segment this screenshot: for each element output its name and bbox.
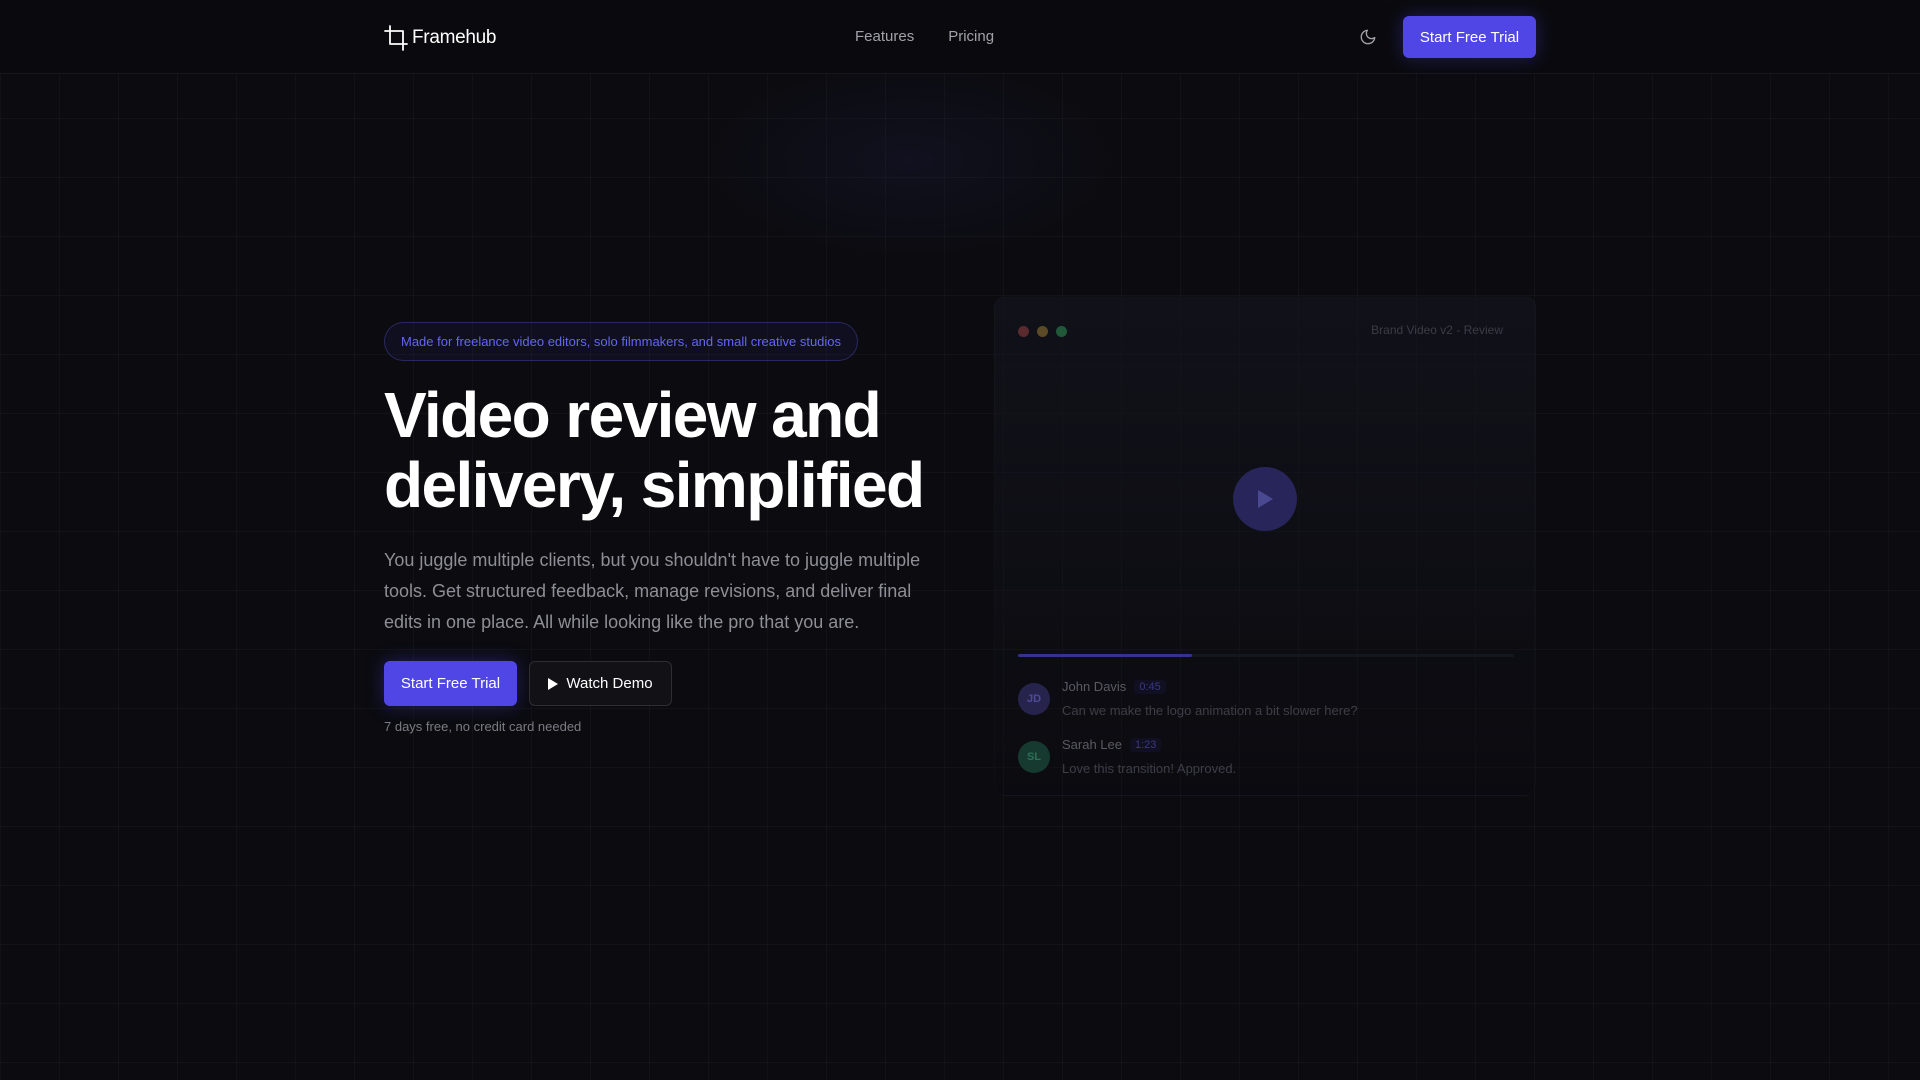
site-header: Framehub Features Pricing Start Free Tri… [0, 0, 1920, 74]
comment-item[interactable]: SL Sarah Lee 1:23 Love this transition! … [1018, 737, 1236, 781]
audience-badge: Made for freelance video editors, solo f… [384, 322, 859, 361]
comment-text: Love this transition! Approved. [1062, 761, 1237, 776]
hero-cta-row: Start Free Trial Watch Demo [384, 661, 672, 706]
comment-body: John Davis 0:45 Can we make the logo ani… [1062, 679, 1358, 723]
hero-title-line-2: delivery, simplified [384, 449, 925, 521]
comment-header: John Davis 0:45 [1062, 679, 1358, 694]
review-preview-card: Brand Video v2 - Review JD John Davis 0:… [994, 296, 1536, 796]
avatar: JD [1018, 683, 1050, 715]
nav-link-features[interactable]: Features [855, 28, 914, 45]
preview-window-title: Brand Video v2 - Review [1371, 323, 1503, 337]
comment-author: Sarah Lee [1062, 737, 1122, 752]
start-free-trial-button[interactable]: Start Free Trial [384, 661, 517, 706]
main-nav: Features Pricing [855, 28, 994, 45]
moon-icon [1360, 29, 1376, 45]
comment-item[interactable]: JD John Davis 0:45 Can we make the logo … [1018, 679, 1358, 723]
play-icon [1258, 490, 1273, 508]
comment-timestamp[interactable]: 1:23 [1130, 737, 1162, 752]
brand-name: Framehub [412, 27, 497, 48]
window-maximize-dot [1056, 326, 1067, 337]
avatar: SL [1018, 741, 1050, 773]
hero-title: Video review and delivery, simplified [384, 380, 984, 520]
comment-author: John Davis [1062, 679, 1127, 694]
video-play-button[interactable] [1233, 467, 1297, 531]
hero-subtitle: You juggle multiple clients, but you sho… [384, 550, 921, 632]
hero-title-line-1: Video review and [384, 379, 882, 451]
window-close-dot [1018, 326, 1029, 337]
landing-page: Framehub Features Pricing Start Free Tri… [0, 0, 1920, 1080]
trial-note: 7 days free, no credit card needed [384, 719, 582, 734]
theme-toggle-button[interactable] [1356, 25, 1380, 49]
watch-demo-button[interactable]: Watch Demo [529, 661, 672, 706]
video-progress-fill [1018, 654, 1192, 657]
video-progress-bar[interactable] [1018, 654, 1514, 657]
nav-link-pricing[interactable]: Pricing [948, 28, 994, 45]
window-minimize-dot [1037, 326, 1048, 337]
watch-demo-label: Watch Demo [566, 675, 653, 692]
header-start-trial-button[interactable]: Start Free Trial [1403, 16, 1536, 58]
brand-logo[interactable]: Framehub [384, 24, 497, 52]
comment-header: Sarah Lee 1:23 [1062, 737, 1236, 752]
comment-body: Sarah Lee 1:23 Love this transition! App… [1062, 737, 1236, 781]
play-icon [548, 677, 559, 690]
window-controls [1018, 326, 1067, 337]
background-glow [700, 60, 1120, 260]
crop-icon [384, 25, 408, 51]
comment-text: Can we make the logo animation a bit slo… [1062, 703, 1358, 718]
comment-timestamp[interactable]: 0:45 [1134, 679, 1166, 694]
